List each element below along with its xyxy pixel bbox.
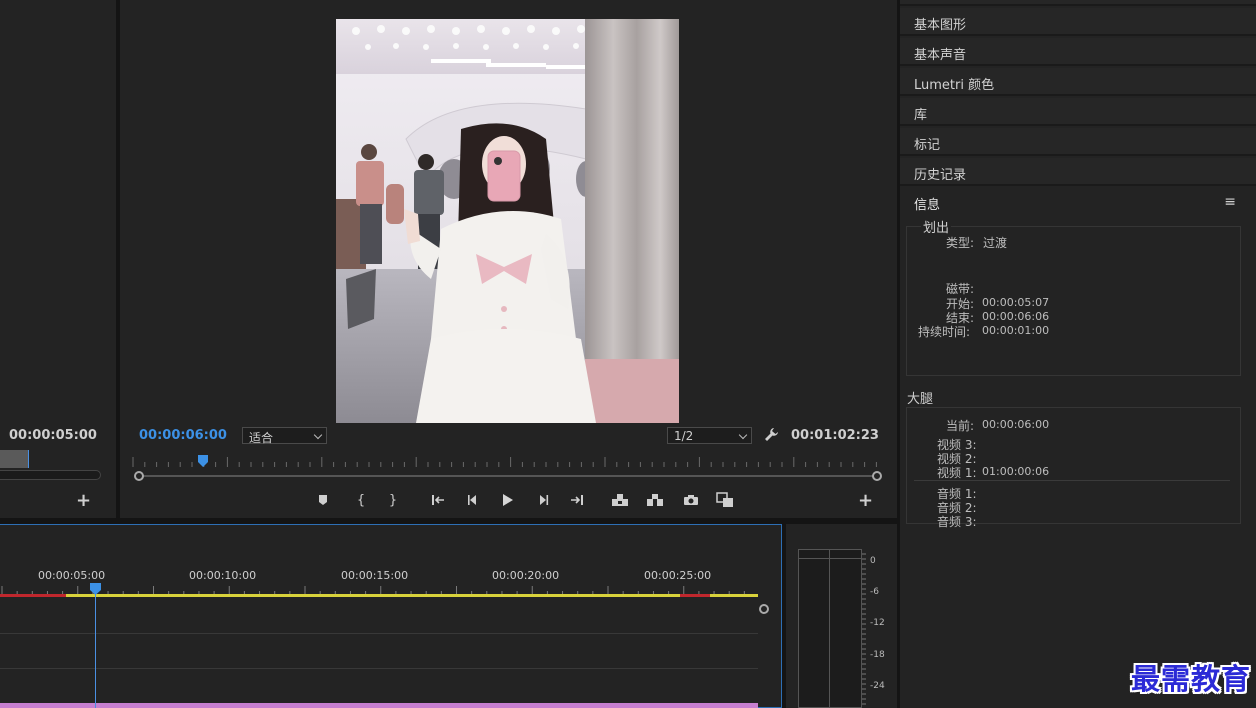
render-bar-segment	[0, 594, 66, 597]
timeline-scroll-handle[interactable]	[759, 604, 769, 614]
audio-meter	[798, 549, 862, 708]
track-divider	[0, 633, 758, 634]
video-frame-image	[336, 19, 679, 423]
info-divider	[914, 480, 1230, 481]
panel-markers[interactable]: 标记	[900, 128, 1256, 156]
chevron-down-icon	[738, 430, 748, 440]
timeline-work-area-bar[interactable]	[0, 594, 758, 597]
info-current-label: 当前:	[946, 419, 975, 433]
info-type-value: 过渡	[983, 236, 1008, 250]
panel-lumetri-color[interactable]: Lumetri 颜色	[900, 68, 1256, 96]
program-zoom-scrollbar[interactable]	[134, 471, 882, 481]
panel-essential-sound[interactable]: 基本声音	[900, 38, 1256, 66]
program-playhead[interactable]	[198, 455, 208, 467]
settings-wrench-icon[interactable]	[764, 427, 779, 446]
timeline-panel[interactable]	[0, 524, 782, 708]
panel-label: 库	[914, 108, 928, 123]
go-to-out-icon[interactable]	[566, 489, 588, 511]
fit-zoom-select[interactable]: 适合	[242, 427, 327, 445]
playback-resolution-select[interactable]: 1/2	[667, 427, 752, 444]
timeline-ruler-time: 00:00:20:00	[492, 569, 560, 582]
playback-resolution-value: 1/2	[674, 429, 694, 443]
panel-libraries[interactable]: 库	[900, 98, 1256, 126]
play-icon[interactable]	[497, 489, 519, 511]
scroll-end-handle[interactable]	[872, 471, 882, 481]
info-current-value: 00:00:06:00	[982, 418, 1050, 431]
program-video-frame[interactable]	[336, 19, 679, 423]
info-video1-value: 01:00:00:06	[982, 465, 1050, 478]
panel-label: Lumetri 颜色	[914, 78, 995, 93]
program-duration-timecode: 00:01:02:23	[791, 428, 879, 443]
source-zoom-scrollbar[interactable]	[0, 470, 101, 480]
info-audio3-label: 音频 3:	[937, 515, 977, 529]
timeline-ruler-time: 00:00:05:00	[38, 569, 106, 582]
timeline-clip-strip[interactable]	[0, 703, 758, 708]
mark-out-icon[interactable]: }	[382, 489, 404, 511]
track-divider	[0, 668, 758, 669]
source-playhead-area[interactable]	[0, 450, 28, 468]
render-bar-segment	[680, 594, 710, 597]
info-type-label: 类型:	[946, 236, 975, 250]
panel-label: 基本声音	[914, 48, 967, 63]
timeline-playhead-line	[95, 590, 96, 708]
audio-meter-peak-line	[798, 558, 862, 559]
timeline-ruler-time: 00:00:15:00	[341, 569, 409, 582]
meter-label: -18	[870, 650, 885, 660]
meter-label: -24	[870, 681, 885, 691]
program-current-timecode[interactable]: 00:00:06:00	[139, 428, 227, 443]
program-add-button-icon[interactable]: +	[858, 490, 873, 511]
extract-icon[interactable]	[644, 489, 666, 511]
mark-in-icon[interactable]: {	[350, 489, 372, 511]
panel-label: 历史记录	[914, 168, 967, 183]
source-playhead[interactable]	[28, 450, 29, 468]
watermark-logo: 最需教育	[1131, 662, 1252, 696]
chevron-down-icon	[313, 430, 323, 440]
panel-menu-icon[interactable]: ≡	[1224, 194, 1236, 210]
program-time-ruler[interactable]	[131, 455, 881, 469]
scroll-start-handle[interactable]	[134, 471, 144, 481]
info-duration-label: 持续时间:	[918, 325, 971, 339]
audio-meter-scale	[862, 553, 866, 705]
info-video1-label: 视频 1:	[937, 466, 977, 480]
source-add-button-icon[interactable]: +	[76, 490, 91, 511]
timeline-playhead[interactable]	[90, 583, 101, 595]
lift-icon[interactable]	[609, 489, 631, 511]
info-duration-value: 00:00:01:00	[982, 324, 1050, 337]
panel-essential-graphics[interactable]: 基本图形	[900, 8, 1256, 36]
panel-tab-strip	[900, 0, 1256, 6]
panel-label: 标记	[914, 138, 941, 153]
info-panel-title: 信息	[914, 198, 941, 213]
timeline-ruler-time: 00:00:10:00	[189, 569, 257, 582]
panel-label: 基本图形	[914, 18, 967, 33]
info-end-value: 00:00:06:06	[982, 310, 1050, 323]
step-back-icon[interactable]	[462, 489, 484, 511]
meter-label: -12	[870, 618, 885, 628]
panel-history[interactable]: 历史记录	[900, 158, 1256, 186]
audio-meter-channel-divider	[829, 549, 830, 708]
fit-zoom-value: 适合	[249, 431, 274, 445]
compare-icon[interactable]	[714, 489, 736, 511]
source-timecode[interactable]: 00:00:05:00	[9, 428, 97, 443]
info-sequence-name: 大腿	[907, 392, 934, 407]
add-marker-icon[interactable]	[312, 489, 334, 511]
meter-label: -6	[870, 587, 879, 597]
panel-info-header[interactable]: 信息 ≡	[900, 188, 1256, 216]
go-to-in-icon[interactable]	[427, 489, 449, 511]
step-forward-icon[interactable]	[532, 489, 554, 511]
export-frame-icon[interactable]	[680, 489, 702, 511]
timeline-ruler-time: 00:00:25:00	[644, 569, 712, 582]
info-start-value: 00:00:05:07	[982, 296, 1050, 309]
meter-label: 0	[870, 556, 876, 566]
